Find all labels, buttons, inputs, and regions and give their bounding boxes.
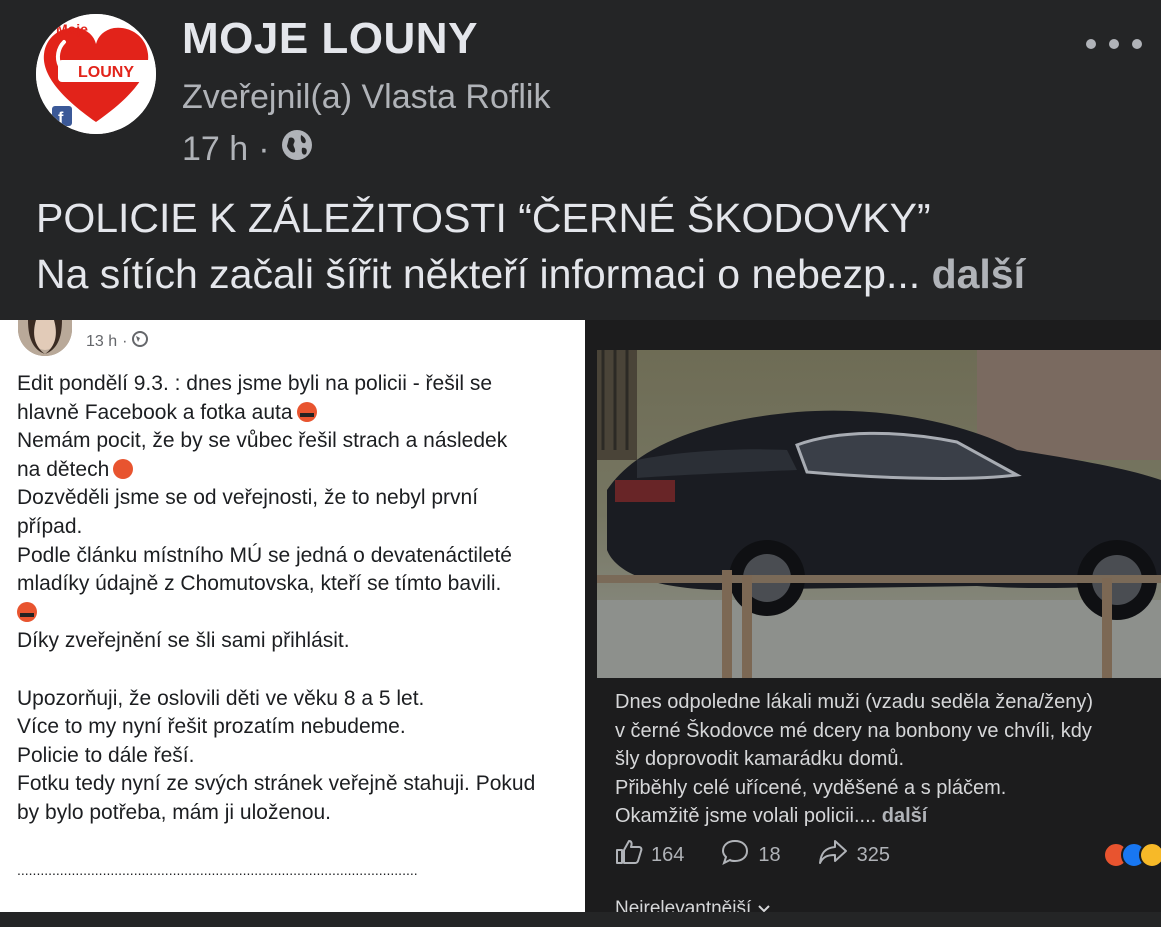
text-line bbox=[17, 656, 577, 685]
text-line: Díky zveřejnění se šli sami přihlásit. bbox=[17, 629, 350, 653]
comment-count[interactable]: 18 bbox=[720, 838, 781, 872]
like-count[interactable]: 164 bbox=[615, 839, 684, 871]
post-meta: 17 h · bbox=[182, 128, 314, 171]
text-line bbox=[17, 599, 577, 628]
like-icon bbox=[615, 839, 651, 871]
caption-line: Okamžitě jsme volali policii.... další bbox=[615, 805, 928, 827]
post-preview-text: Na sítích začali šířit někteří informaci… bbox=[36, 251, 921, 297]
bottom-edge bbox=[0, 912, 1161, 927]
share-count[interactable]: 325 bbox=[817, 838, 890, 872]
see-more-link[interactable]: další bbox=[932, 251, 1025, 297]
post-headline: POLICIE K ZÁLEŽITOSTI “ČERNÉ ŠKODOVKY” bbox=[36, 195, 931, 241]
more-options-icon[interactable] bbox=[1086, 30, 1142, 58]
text-line: Upozorňuji, že oslovili děti ve věku 8 a… bbox=[17, 686, 425, 710]
svg-text:f: f bbox=[58, 110, 64, 127]
shared-screenshot-right[interactable]: Dnes odpoledne lákali muži (vzadu seděla… bbox=[585, 320, 1161, 912]
text-line: hlavně Facebook a fotka auta bbox=[17, 399, 577, 428]
text-line: by bylo potřeba, mám ji uloženou. bbox=[17, 800, 332, 824]
text-line: Policie to dále řeší. bbox=[17, 743, 195, 767]
text-line: případ. bbox=[17, 514, 83, 538]
screenshot-caption: Dnes odpoledne lákali muži (vzadu seděla… bbox=[615, 688, 1161, 831]
reactions-summary[interactable] bbox=[1103, 842, 1161, 868]
dotted-separator: ........................................… bbox=[17, 862, 418, 878]
text-line: na dětech bbox=[17, 456, 577, 485]
screenshot-time-text: 13 h bbox=[86, 332, 118, 350]
swearing-emoji-icon bbox=[17, 601, 37, 622]
caption-more-link[interactable]: další bbox=[882, 805, 928, 827]
share-icon bbox=[817, 838, 857, 872]
comment-count-text: 18 bbox=[758, 843, 781, 866]
caption-line: v černé Škodovce mé dcery na bonbony ve … bbox=[615, 719, 1092, 742]
screenshot-text: Edit pondělí 9.3. : dnes jsme byli na po… bbox=[17, 370, 577, 828]
page-avatar[interactable]: LOUNY Moje f bbox=[36, 14, 156, 134]
post-time[interactable]: 17 h bbox=[182, 130, 248, 169]
caption-line: Přiběhly celé uřícené, vyděšené a s pláč… bbox=[615, 776, 1007, 799]
car-photo bbox=[597, 350, 1161, 678]
engagement-stats: 164 18 325 bbox=[615, 838, 1161, 872]
text-line: Více to my nyní řešit prozatím nebudeme. bbox=[17, 715, 406, 739]
share-count-text: 325 bbox=[856, 843, 890, 866]
caption-line: Dnes odpoledne lákali muži (vzadu seděla… bbox=[615, 691, 1094, 713]
text-line: Edit pondělí 9.3. : dnes jsme byli na po… bbox=[17, 372, 493, 395]
swearing-emoji-icon bbox=[296, 401, 317, 422]
sad-reaction-icon bbox=[1139, 842, 1161, 868]
globe-icon bbox=[280, 128, 314, 171]
text-line: Nemám pocit, že by se vůbec řešil strach… bbox=[17, 429, 508, 453]
comment-sort[interactable]: Nejrelevantnější bbox=[615, 898, 771, 912]
post-text: POLICIE K ZÁLEŽITOSTI “ČERNÉ ŠKODOVKY” N… bbox=[36, 190, 1151, 302]
meta-separator: · bbox=[258, 130, 270, 168]
shared-screenshot-left[interactable]: 13 h · Edit pondělí 9.3. : dnes jsme byl… bbox=[0, 320, 585, 912]
moje-louny-logo: LOUNY Moje f bbox=[36, 14, 156, 134]
post-author[interactable]: Zveřejnil(a) Vlasta Roflik bbox=[182, 78, 550, 117]
post-header: LOUNY Moje f MOJE LOUNY Zveřejnil(a) Vla… bbox=[0, 0, 1161, 320]
post-preview: Na sítích začali šířit někteří informaci… bbox=[36, 246, 1151, 302]
text-line: mladíky údajně z Chomutovska, kteří se t… bbox=[17, 572, 502, 596]
text-line: Dozvěděli jsme se od veřejnosti, že to n… bbox=[17, 486, 479, 510]
screenshot-time: 13 h · bbox=[86, 331, 149, 352]
caption-line: šly doprovodit kamarádku domů. bbox=[615, 748, 905, 770]
globe-icon bbox=[132, 331, 149, 352]
page-name[interactable]: MOJE LOUNY bbox=[182, 14, 478, 64]
text-line: Fotku tedy nyní ze svých stránek veřejně… bbox=[17, 772, 536, 796]
svg-text:LOUNY: LOUNY bbox=[78, 64, 134, 81]
screenshot-author-avatar bbox=[18, 320, 72, 356]
svg-text:Moje: Moje bbox=[56, 21, 88, 37]
angry-emoji-icon bbox=[113, 458, 134, 479]
comment-icon bbox=[720, 838, 758, 872]
chevron-down-icon bbox=[757, 898, 771, 912]
like-count-text: 164 bbox=[651, 843, 685, 866]
comment-sort-label: Nejrelevantnější bbox=[615, 898, 752, 912]
text-line: Podle článku místního MÚ se jedná o deva… bbox=[17, 543, 512, 567]
